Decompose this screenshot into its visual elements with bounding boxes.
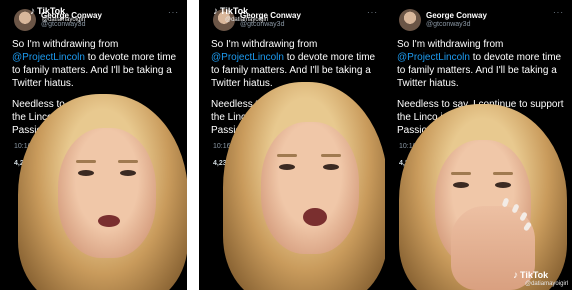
tiktok-brand: TikTok [520,270,549,280]
tweet-line: So I'm withdrawing from [211,39,318,50]
video-frame-2: George Conway @gtconway3d ··· So I'm wit… [199,0,386,290]
tiktok-logo-icon: ♪ [30,6,35,17]
tweet-line: So I'm withdrawing from [12,39,119,50]
more-options-icon: ··· [367,8,378,17]
tweet-line: Passion [211,125,247,136]
tweet-line: Needless to sa [12,99,79,110]
tweet-line: the Lincol [211,112,254,123]
tweet-line: the Linco [397,112,438,123]
tweet-text: So I'm withdrawing from @ProjectLincoln t… [211,38,381,145]
video-frame-3: George Conway @gtconway3d ··· So I'm wit… [385,0,572,290]
avatar [399,9,421,31]
tweet-text: So I'm withdrawing from @ProjectLincoln t… [12,38,182,145]
tweet-timestamp: 10:16 P [213,143,238,150]
tweet-fragment: IST. [168,233,181,240]
tiktok-username: @datiamayoigirl [525,281,569,287]
tweet-line: Passiona [12,125,54,136]
tiktok-watermark: ♪ TikTok @datiamayoigirl [513,270,568,287]
tiktok-watermark: ♪ TikTok @datiamayoigirl [30,6,85,23]
tweet-line: Passion [397,125,433,136]
tweet-line: So I'm withdrawing from [397,39,504,50]
tweet-stats: 4,23 [213,160,227,167]
tweet-line: ion. [440,112,457,123]
tiktok-logo-icon: ♪ [513,270,518,281]
tweet-screenshot: George Conway @gtconway3d ··· So I'm wit… [385,0,572,290]
tiktok-watermark: ♪ TikTok @datiamayoigirl [213,6,268,23]
tiktok-brand: TikTok [220,6,249,16]
tweet-line: Needless to say, I continue to support [397,99,564,110]
video-frame-1: George Conway @gtconway3d ··· So I'm wit… [0,0,187,290]
tiktok-logo-icon: ♪ [213,6,218,17]
tweet-author-handle: @gtconway3d [426,21,471,28]
more-options-icon: ··· [168,8,179,17]
tiktok-username: @datiamayoigirl [225,17,269,23]
tweet-line: Needless to [211,99,264,110]
tweet-screenshot: George Conway @gtconway3d ··· So I'm wit… [0,0,187,290]
mention-link: @ProjectLincoln [397,52,470,63]
tweet-text: So I'm withdrawing from @ProjectLincoln t… [397,38,567,145]
tweet-timestamp: 10:16 P [399,143,424,150]
tweet-line: support [80,99,115,110]
tiktok-brand: TikTok [37,6,66,16]
more-options-icon: ··· [553,8,564,17]
tweet-timestamp: 10:16 P [14,143,39,150]
tweet-screenshot: George Conway @gtconway3d ··· So I'm wit… [199,0,386,290]
tweet-stats: 4,23 [399,160,413,167]
tweet-line: the Lincol [12,112,55,123]
tweet-author-name: George Conway [426,11,487,20]
tiktok-username: @datiamayoigirl [42,17,86,23]
mention-link: @ProjectLincoln [211,52,284,63]
mention-link: @ProjectLincoln [12,52,85,63]
tweet-stats: 4,236 [14,160,32,167]
